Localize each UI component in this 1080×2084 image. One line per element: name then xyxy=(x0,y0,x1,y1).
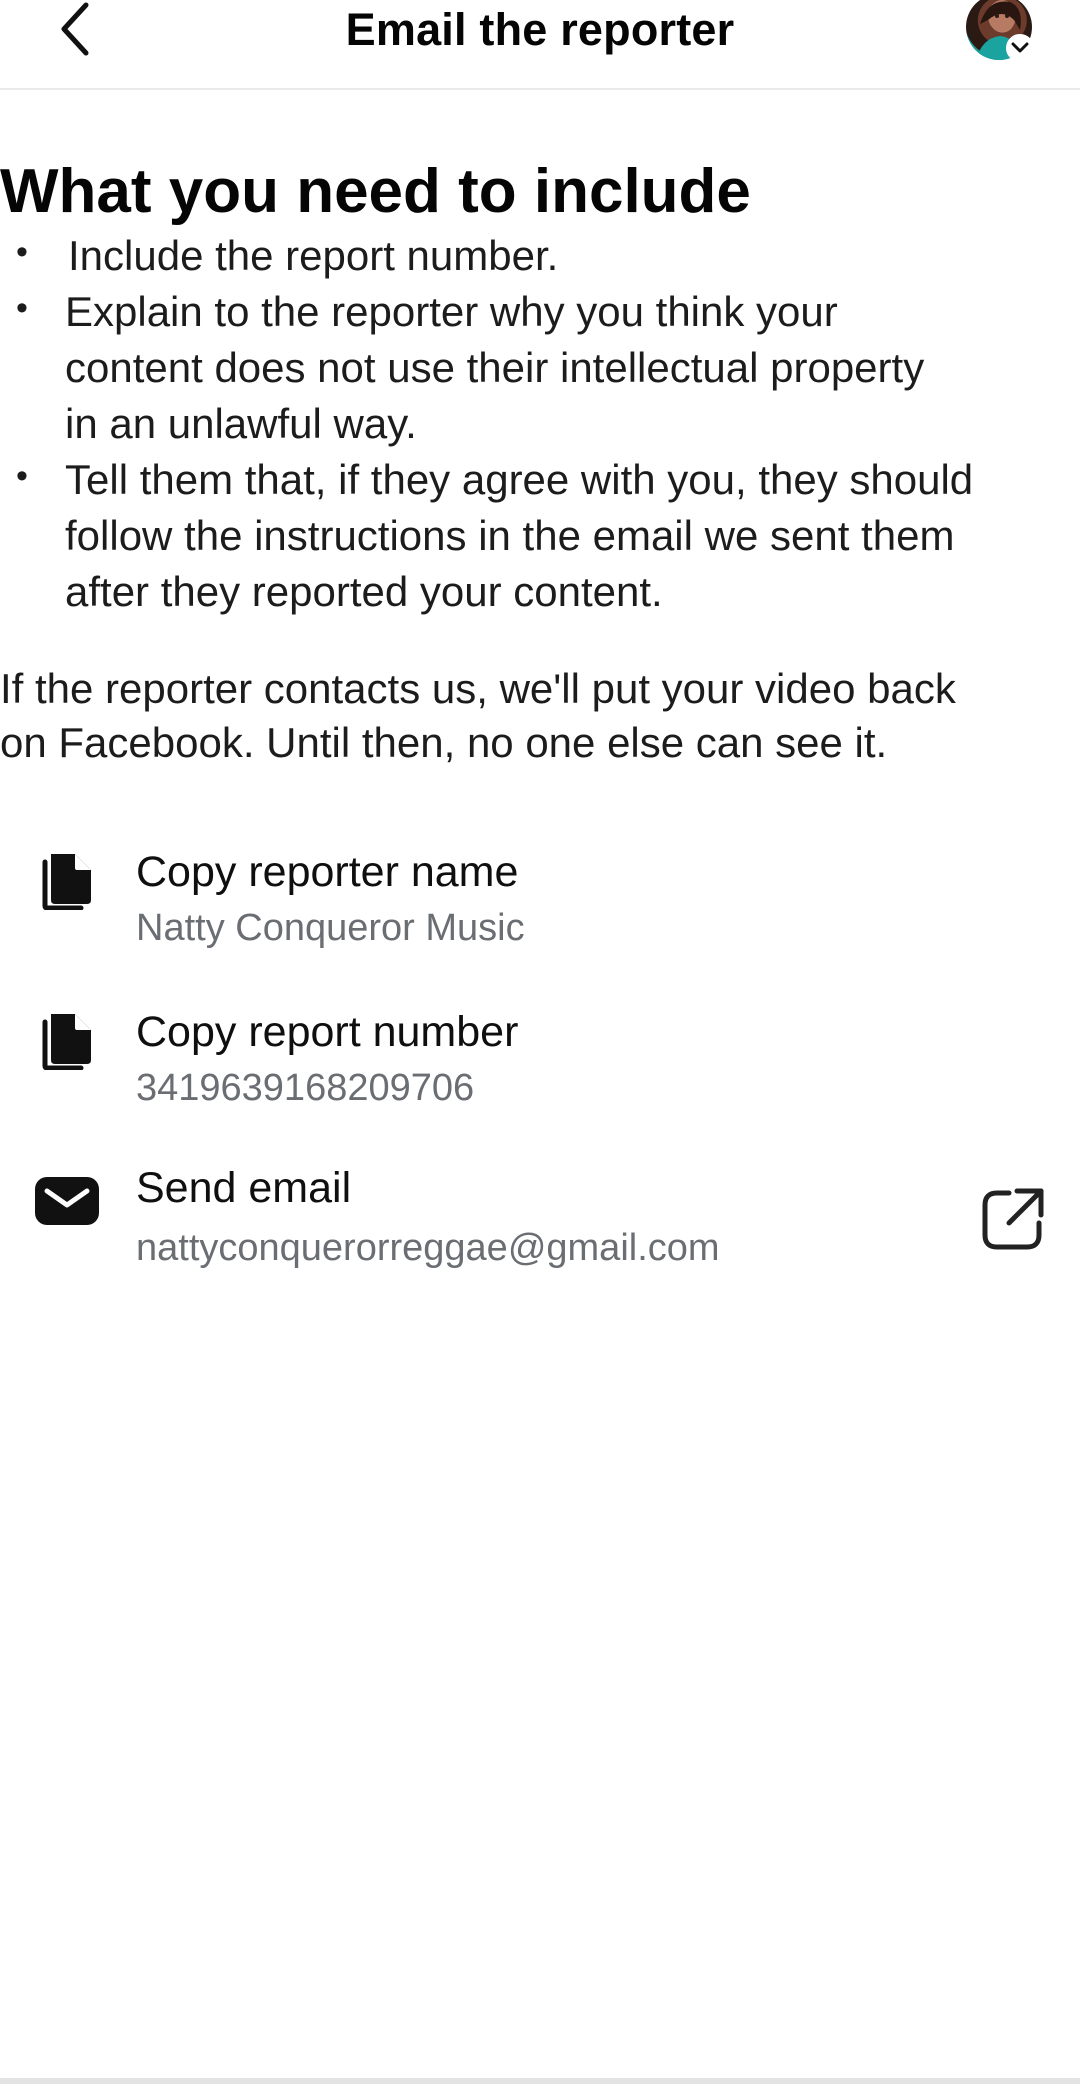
send-email-row[interactable]: Send email nattyconquerorreggae@gmail.co… xyxy=(0,1152,1080,1282)
requirements-list: • Include the report number. • Explain t… xyxy=(0,228,1080,620)
list-item: • Explain to the reporter why you think … xyxy=(0,284,1080,452)
row-title: Copy report number xyxy=(136,1008,519,1056)
open-external-icon[interactable] xyxy=(978,1184,1048,1254)
bottom-divider xyxy=(0,2078,1080,2084)
page: Email the reporter What you need to incl… xyxy=(0,0,1080,2084)
list-item-text-line: in an unlawful way. xyxy=(65,400,417,447)
list-item: • Tell them that, if they agree with you… xyxy=(0,452,1080,620)
row-title: Send email xyxy=(136,1164,352,1212)
copy-reporter-name-row[interactable]: Copy reporter name Natty Conqueror Music xyxy=(0,832,1080,962)
bullet-dot: • xyxy=(16,233,28,271)
list-item: • Include the report number. xyxy=(0,228,1080,284)
bullet-dot: • xyxy=(16,457,28,495)
paragraph-line: on Facebook. Until then, no one else can… xyxy=(0,719,888,766)
chevron-down-icon xyxy=(1006,34,1034,62)
bullet-dot: • xyxy=(16,289,28,327)
list-item-text-line: follow the instructions in the email we … xyxy=(65,512,955,559)
reporter-name-value: Natty Conqueror Music xyxy=(136,907,525,949)
copy-icon xyxy=(34,842,100,912)
email-address-value: nattyconquerorreggae@gmail.com xyxy=(136,1227,720,1269)
copy-icon xyxy=(34,1002,100,1072)
account-switcher[interactable] xyxy=(966,0,1038,66)
list-item-text-line: content does not use their intellectual … xyxy=(65,344,925,391)
copy-report-number-row[interactable]: Copy report number 3419639168209706 xyxy=(0,992,1080,1122)
report-number-value: 3419639168209706 xyxy=(136,1067,475,1109)
row-title: Copy reporter name xyxy=(136,848,519,896)
section-heading: What you need to include xyxy=(0,157,751,226)
page-title: Email the reporter xyxy=(345,4,735,55)
list-item-text-line: Tell them that, if they agree with you, … xyxy=(65,456,974,503)
info-paragraph: If the reporter contacts us, we'll put y… xyxy=(0,662,1080,770)
top-bar: Email the reporter xyxy=(0,0,1080,90)
list-item-text-line: after they reported your content. xyxy=(65,568,663,615)
envelope-icon xyxy=(32,1166,102,1236)
list-item-text-line: Explain to the reporter why you think yo… xyxy=(65,288,838,335)
list-item-text: Include the report number. xyxy=(68,232,559,279)
paragraph-line: If the reporter contacts us, we'll put y… xyxy=(0,665,956,712)
